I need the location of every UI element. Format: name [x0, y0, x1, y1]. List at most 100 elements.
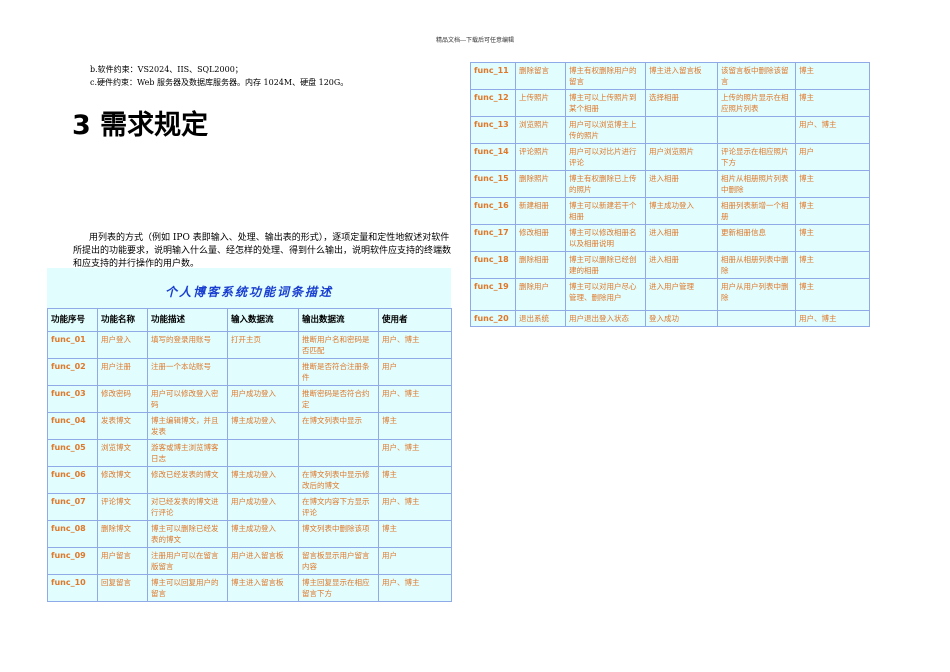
- table-row: func_12 上传照片 博主可以上传照片到某个相册 选择相册 上传的照片显示在相应照片…: [470, 89, 870, 117]
- software-constraint: b.软件约束：VS2024、IIS、SQL2000；: [90, 65, 243, 74]
- table-row: func_17 修改相册 博主可以修改相册名以及相册说明 进入相册 更新相册信息 博主: [470, 224, 870, 252]
- column-header: 输出数据流: [298, 308, 379, 332]
- function-table-left: 个人博客系统功能词条描述 功能序号 功能名称 功能描述 输入数据流 输出数据流 使用者 fu…: [47, 268, 452, 602]
- output-flow: 相片从相册照片列表中删除: [717, 170, 796, 198]
- function-id: func_11: [470, 62, 516, 90]
- input-flow: 进入相册: [645, 251, 718, 279]
- function-name: 浏览照片: [515, 116, 566, 144]
- table-row: func_07 评论博文 对已经发表的博文进行评论 用户成功登入 在博文内容下方显示评论…: [47, 493, 452, 521]
- input-flow: 用户成功登入: [227, 493, 299, 521]
- function-desc: 用户可以对比片进行评论: [565, 143, 646, 171]
- table-row: func_13 浏览照片 用户可以浏览博主上传的照片 用户、博主: [470, 116, 870, 144]
- input-flow: [227, 439, 299, 467]
- output-flow: [717, 310, 796, 327]
- function-id: func_02: [47, 358, 98, 386]
- table-row: func_08 删除博文 博主可以删除已经发表的博文 博主成功登入 博文列表中删除该项博…: [47, 520, 452, 548]
- function-desc: 博主有权删除用户的留言: [565, 62, 646, 90]
- function-name: 用户留言: [97, 547, 148, 575]
- table-row: func_20 退出系统 用户退出登入状态 登入成功 用户、博主: [470, 310, 870, 327]
- function-name: 删除用户: [515, 278, 566, 311]
- table-row: func_09 用户留言 注册用户可以在留言版留言 用户进入留言板 留言板显示用户留言内…: [47, 547, 452, 575]
- function-table-right: func_11 删除留言 博主有权删除用户的留言 博主进入留言板 该留言板中删除该留言博…: [470, 62, 870, 327]
- function-id: func_09: [47, 547, 98, 575]
- function-id: func_16: [470, 197, 516, 225]
- function-desc: 用户退出登入状态: [565, 310, 646, 327]
- table-row: func_10 回复留言 博主可以回复用户的留言 博主进入留言板 博主回复显示在相应留言…: [47, 574, 452, 602]
- user-role: 博主: [795, 224, 870, 252]
- output-flow: 在博文内容下方显示评论: [298, 493, 379, 521]
- table-row: func_11 删除留言 博主有权删除用户的留言 博主进入留言板 该留言板中删除该留言博…: [470, 62, 870, 90]
- function-name: 修改密码: [97, 385, 148, 413]
- function-desc: 博主可以修改相册名以及相册说明: [565, 224, 646, 252]
- user-role: 博主: [795, 170, 870, 198]
- function-desc: 游客或博主浏览博客日志: [147, 439, 228, 467]
- column-header: 输入数据流: [227, 308, 299, 332]
- function-id: func_19: [470, 278, 516, 311]
- input-flow: 博主进入留言板: [227, 574, 299, 602]
- function-id: func_17: [470, 224, 516, 252]
- function-name: 上传照片: [515, 89, 566, 117]
- function-name: 用户注册: [97, 358, 148, 386]
- input-flow: 博主进入留言板: [645, 62, 718, 90]
- output-flow: [717, 116, 796, 144]
- function-id: func_04: [47, 412, 98, 440]
- function-name: 修改博文: [97, 466, 148, 494]
- user-role: 用户: [378, 358, 452, 386]
- input-flow: 进入相册: [645, 224, 718, 252]
- table-row: func_01 用户登入 填写的登录用账号 打开主页 推断用户名和密码是否匹配 用户、博主: [47, 331, 452, 359]
- input-flow: 登入成功: [645, 310, 718, 327]
- user-role: 用户: [795, 143, 870, 171]
- function-id: func_18: [470, 251, 516, 279]
- function-name: 用户登入: [97, 331, 148, 359]
- table-row: func_06 修改博文 修改已经发表的博文 博主成功登入 在博文列表中显示修改后的博文…: [47, 466, 452, 494]
- function-id: func_06: [47, 466, 98, 494]
- user-role: 博主: [795, 278, 870, 311]
- function-id: func_08: [47, 520, 98, 548]
- function-desc: 用户可以修改登入密码: [147, 385, 228, 413]
- column-header: 功能序号: [47, 308, 98, 332]
- function-name: 新建相册: [515, 197, 566, 225]
- function-name: 评论照片: [515, 143, 566, 171]
- input-flow: 博主成功登入: [227, 466, 299, 494]
- table-row: func_18 删除相册 博主可以删除已经创建的相册 进入相册 相册从相册列表中删除 博主: [470, 251, 870, 279]
- function-id: func_15: [470, 170, 516, 198]
- output-flow: 留言板显示用户留言内容: [298, 547, 379, 575]
- document-page: 精品文档---下载后可任意编辑 b.软件约束：VS2024、IIS、SQL200…: [0, 0, 950, 672]
- function-id: func_01: [47, 331, 98, 359]
- function-name: 删除博文: [97, 520, 148, 548]
- function-desc: 对已经发表的博文进行评论: [147, 493, 228, 521]
- user-role: 用户、博主: [378, 493, 452, 521]
- output-flow: 用户从用户列表中删除: [717, 278, 796, 311]
- input-flow: 打开主页: [227, 331, 299, 359]
- output-flow: 该留言板中删除该留言: [717, 62, 796, 90]
- function-name: 回复留言: [97, 574, 148, 602]
- page-header: 精品文档---下载后可任意编辑: [435, 37, 515, 44]
- function-desc: 博主有权删除已上传的照片: [565, 170, 646, 198]
- function-desc: 博主可以删除已经发表的博文: [147, 520, 228, 548]
- function-desc: 博主可以上传照片到某个相册: [565, 89, 646, 117]
- hardware-constraint: c.硬件约束：Web 服务器及数据库服务器。内存 1024M、硬盘 120G。: [90, 78, 349, 87]
- function-desc: 用户可以浏览博主上传的照片: [565, 116, 646, 144]
- input-flow: [645, 116, 718, 144]
- user-role: 博主: [795, 62, 870, 90]
- output-flow: 推断用户名和密码是否匹配: [298, 331, 379, 359]
- function-name: 删除照片: [515, 170, 566, 198]
- user-role: 用户、博主: [378, 439, 452, 467]
- function-desc: 博主编辑博文，并且发表: [147, 412, 228, 440]
- input-flow: 博主成功登入: [227, 412, 299, 440]
- function-id: func_20: [470, 310, 516, 327]
- output-flow: 推断密码是否符合约定: [298, 385, 379, 413]
- function-name: 删除相册: [515, 251, 566, 279]
- table-row: func_16 新建相册 博主可以新建若干个相册 博主成功登入 相册列表新增一个相册 博主: [470, 197, 870, 225]
- function-desc: 注册用户可以在留言版留言: [147, 547, 228, 575]
- output-flow: 在博文列表中显示: [298, 412, 379, 440]
- user-role: 用户、博主: [378, 385, 452, 413]
- column-header: 功能名称: [97, 308, 148, 332]
- function-name: 删除留言: [515, 62, 566, 90]
- function-name: 发表博文: [97, 412, 148, 440]
- output-flow: 相册从相册列表中删除: [717, 251, 796, 279]
- function-name: 浏览博文: [97, 439, 148, 467]
- user-role: 博主: [378, 466, 452, 494]
- user-role: 用户、博主: [378, 574, 452, 602]
- user-role: 博主: [378, 520, 452, 548]
